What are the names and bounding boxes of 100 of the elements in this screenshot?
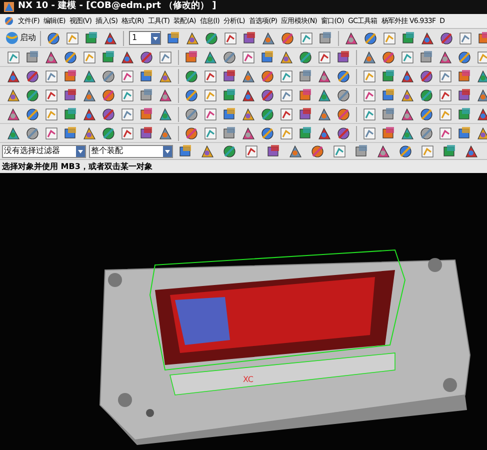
- tool-icon: [25, 126, 40, 140]
- tool-icon: [241, 50, 256, 64]
- tool-icon: [184, 126, 199, 140]
- tool-icon: [398, 144, 413, 158]
- tool-icon: [457, 88, 472, 102]
- tool-icon: [354, 144, 369, 158]
- tool-icon: [6, 88, 21, 102]
- tool-icon: [82, 88, 97, 102]
- tool-icon: [6, 106, 21, 122]
- tool-icon: [438, 68, 453, 84]
- tool-icon: [336, 126, 351, 140]
- tool-icon: [63, 106, 78, 122]
- tool-icon: [288, 144, 303, 158]
- tool-icon: [400, 126, 415, 140]
- app-logo-icon: [4, 2, 14, 12]
- tool-icon: [44, 88, 59, 102]
- tool-icon: [101, 106, 116, 122]
- tool-icon: [25, 88, 40, 102]
- tool-icon: [298, 68, 313, 84]
- tool-icon: [63, 88, 78, 102]
- tool-icon: [438, 88, 453, 102]
- tool-icon: [336, 88, 351, 102]
- tool-icon: [266, 144, 281, 158]
- tool-icon: [362, 50, 377, 64]
- tool-icon: [101, 88, 116, 102]
- filter-dropdown[interactable]: 没有选择过滤器: [2, 144, 86, 158]
- start-button[interactable]: 启动: [4, 30, 37, 46]
- tool-icon: [344, 30, 359, 46]
- tool-icon: [439, 30, 454, 46]
- tool-icon: [82, 68, 97, 84]
- tool-icon: [419, 126, 434, 140]
- tool-icon: [336, 68, 351, 84]
- tool-icon: [25, 106, 40, 122]
- tool-icon: [260, 88, 275, 102]
- tool-icon: [332, 144, 347, 158]
- tool-icon: [242, 30, 257, 46]
- tool-icon: [203, 68, 218, 84]
- tool-icon: [120, 106, 135, 122]
- tool-icon: [63, 126, 78, 140]
- tool-icon: [184, 50, 199, 64]
- tool-icon: [464, 144, 479, 158]
- tool-icon: [317, 88, 332, 102]
- tool-icon: [184, 88, 199, 102]
- window-title: NX 10 - 建模 - [COB@edm.prt （修改的） ]: [18, 0, 216, 14]
- tool-icon: [6, 126, 21, 140]
- tool-icon: [362, 106, 377, 122]
- tool-icon: [457, 68, 472, 84]
- tool-icon: [317, 106, 332, 122]
- tool-icon: [241, 126, 256, 140]
- tool-icon: [166, 30, 181, 46]
- tool-icon: [400, 50, 415, 64]
- tool-icon: [362, 126, 377, 140]
- tool-icon: [184, 68, 199, 84]
- tool-icon: [44, 50, 59, 64]
- tool-icon: [298, 50, 313, 64]
- menu-logo-icon: [4, 16, 14, 26]
- tool-icon: [401, 30, 416, 46]
- tool-icon: [46, 30, 61, 46]
- tool-icon: [103, 30, 118, 46]
- tool-icon: [419, 88, 434, 102]
- tool-icon: [120, 50, 135, 64]
- tool-icon: [244, 144, 259, 158]
- tool-icon: [139, 88, 154, 102]
- tool-icon: [203, 126, 218, 140]
- tool-icon: [260, 50, 275, 64]
- tool-icon: [381, 88, 396, 102]
- tool-icon: [222, 126, 237, 140]
- tool-icon: [438, 50, 453, 64]
- tool-icon: [203, 50, 218, 64]
- tool-icon: [362, 88, 377, 102]
- tool-icon: [419, 68, 434, 84]
- tool-icon: [310, 144, 325, 158]
- tool-icon: [457, 106, 472, 122]
- tool-icon: [442, 144, 457, 158]
- tool-icon: [419, 50, 434, 64]
- tool-icon: [6, 68, 21, 84]
- layer-dropdown[interactable]: 1: [129, 31, 161, 45]
- scope-dropdown[interactable]: 整个装配: [89, 144, 173, 158]
- tool-icon: [363, 30, 378, 46]
- tool-icon: [298, 126, 313, 140]
- tool-icon: [178, 144, 193, 158]
- tool-icon: [63, 50, 78, 64]
- tool-icon: [299, 30, 314, 46]
- tool-icon: [222, 50, 237, 64]
- tool-icon: [84, 30, 99, 46]
- tool-icon: [317, 126, 332, 140]
- tool-icon: [317, 68, 332, 84]
- tool-icon: [222, 144, 237, 158]
- tool-icon: [203, 106, 218, 122]
- tool-icon: [279, 106, 294, 122]
- tool-icon: [458, 30, 473, 46]
- tool-icon: [400, 106, 415, 122]
- tool-icon: [241, 88, 256, 102]
- tool-icon: [139, 68, 154, 84]
- tool-icon: [381, 50, 396, 64]
- tool-icon: [279, 88, 294, 102]
- tool-icon: [184, 106, 199, 122]
- tool-icon: [381, 106, 396, 122]
- tool-icon: [223, 30, 238, 46]
- tool-icon: [317, 50, 332, 64]
